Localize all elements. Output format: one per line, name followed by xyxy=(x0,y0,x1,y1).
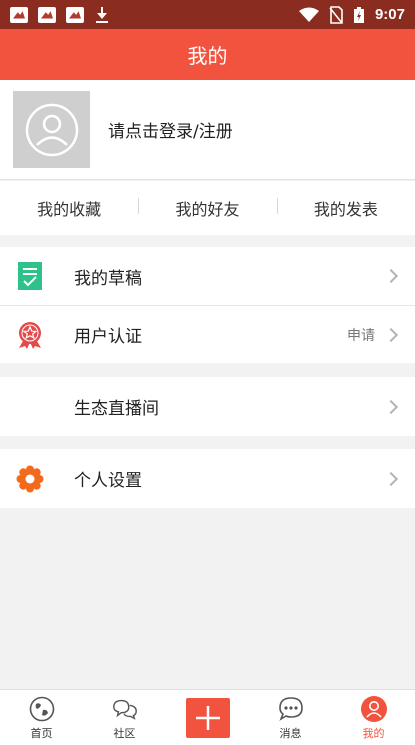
bottom-nav: 首页 社区 消息 我的 xyxy=(0,689,415,745)
download-icon xyxy=(94,6,110,23)
plus-icon xyxy=(195,705,220,730)
notification-icon xyxy=(10,6,28,23)
no-sim-icon xyxy=(329,5,343,24)
user-avatar-icon xyxy=(25,103,78,156)
tab-friends[interactable]: 我的好友 xyxy=(138,196,276,220)
profile-icon xyxy=(360,695,387,722)
login-register-link[interactable]: 请点击登录/注册 xyxy=(108,117,233,142)
avatar[interactable] xyxy=(13,91,90,168)
chevron-right-icon xyxy=(383,327,399,342)
badge-icon xyxy=(19,321,41,349)
apply-link[interactable]: 申请 xyxy=(347,325,375,345)
status-bar: 9:07 xyxy=(0,0,415,29)
clock: 9:07 xyxy=(374,6,405,23)
menu-item-drafts[interactable]: 我的草稿 xyxy=(0,247,415,305)
nav-community[interactable]: 社区 xyxy=(83,690,166,745)
profile-tabs: 我的收藏 我的好友 我的发表 xyxy=(0,181,415,235)
nav-label: 社区 xyxy=(113,726,136,740)
tab-favorites[interactable]: 我的收藏 xyxy=(0,196,138,220)
menu-item-label: 用户认证 xyxy=(74,327,142,347)
menu-item-live-room[interactable]: 生态直播间 xyxy=(0,377,415,436)
message-icon xyxy=(278,696,303,721)
draft-icon xyxy=(18,262,42,290)
wifi-icon xyxy=(298,7,319,22)
chat-bubbles-icon xyxy=(112,699,137,720)
nav-mine[interactable]: 我的 xyxy=(332,690,415,745)
menu-item-label: 生态直播间 xyxy=(74,399,159,419)
nav-label: 我的 xyxy=(362,726,385,740)
nav-home[interactable]: 首页 xyxy=(0,690,83,745)
publish-button[interactable] xyxy=(185,697,230,738)
battery-charging-icon xyxy=(353,6,364,23)
nav-messages[interactable]: 消息 xyxy=(249,690,332,745)
chevron-right-icon xyxy=(383,268,399,284)
menu-group-2: 生态直播间 xyxy=(0,377,415,436)
menu-item-label: 个人设置 xyxy=(74,471,142,491)
menu-group-3: 个人设置 xyxy=(0,449,415,508)
title-bar: 我的 xyxy=(0,29,415,80)
profile-login-row[interactable]: 请点击登录/注册 xyxy=(0,80,415,180)
menu-item-verify[interactable]: 用户认证 申请 xyxy=(0,305,415,363)
nav-publish[interactable] xyxy=(166,690,249,745)
gear-icon xyxy=(16,465,44,492)
menu-item-settings[interactable]: 个人设置 xyxy=(0,449,415,508)
globe-icon xyxy=(29,696,54,721)
nav-label: 消息 xyxy=(279,726,302,740)
nav-label: 首页 xyxy=(30,726,53,740)
chevron-right-icon xyxy=(383,471,399,486)
notification-icon xyxy=(38,6,56,23)
tab-posts[interactable]: 我的发表 xyxy=(276,196,415,220)
notification-icon xyxy=(66,6,84,23)
menu-group-1: 我的草稿 用户认证 申请 xyxy=(0,247,415,363)
page-title: 我的 xyxy=(187,44,228,68)
menu-item-label: 我的草稿 xyxy=(74,268,142,289)
chevron-right-icon xyxy=(383,399,399,414)
